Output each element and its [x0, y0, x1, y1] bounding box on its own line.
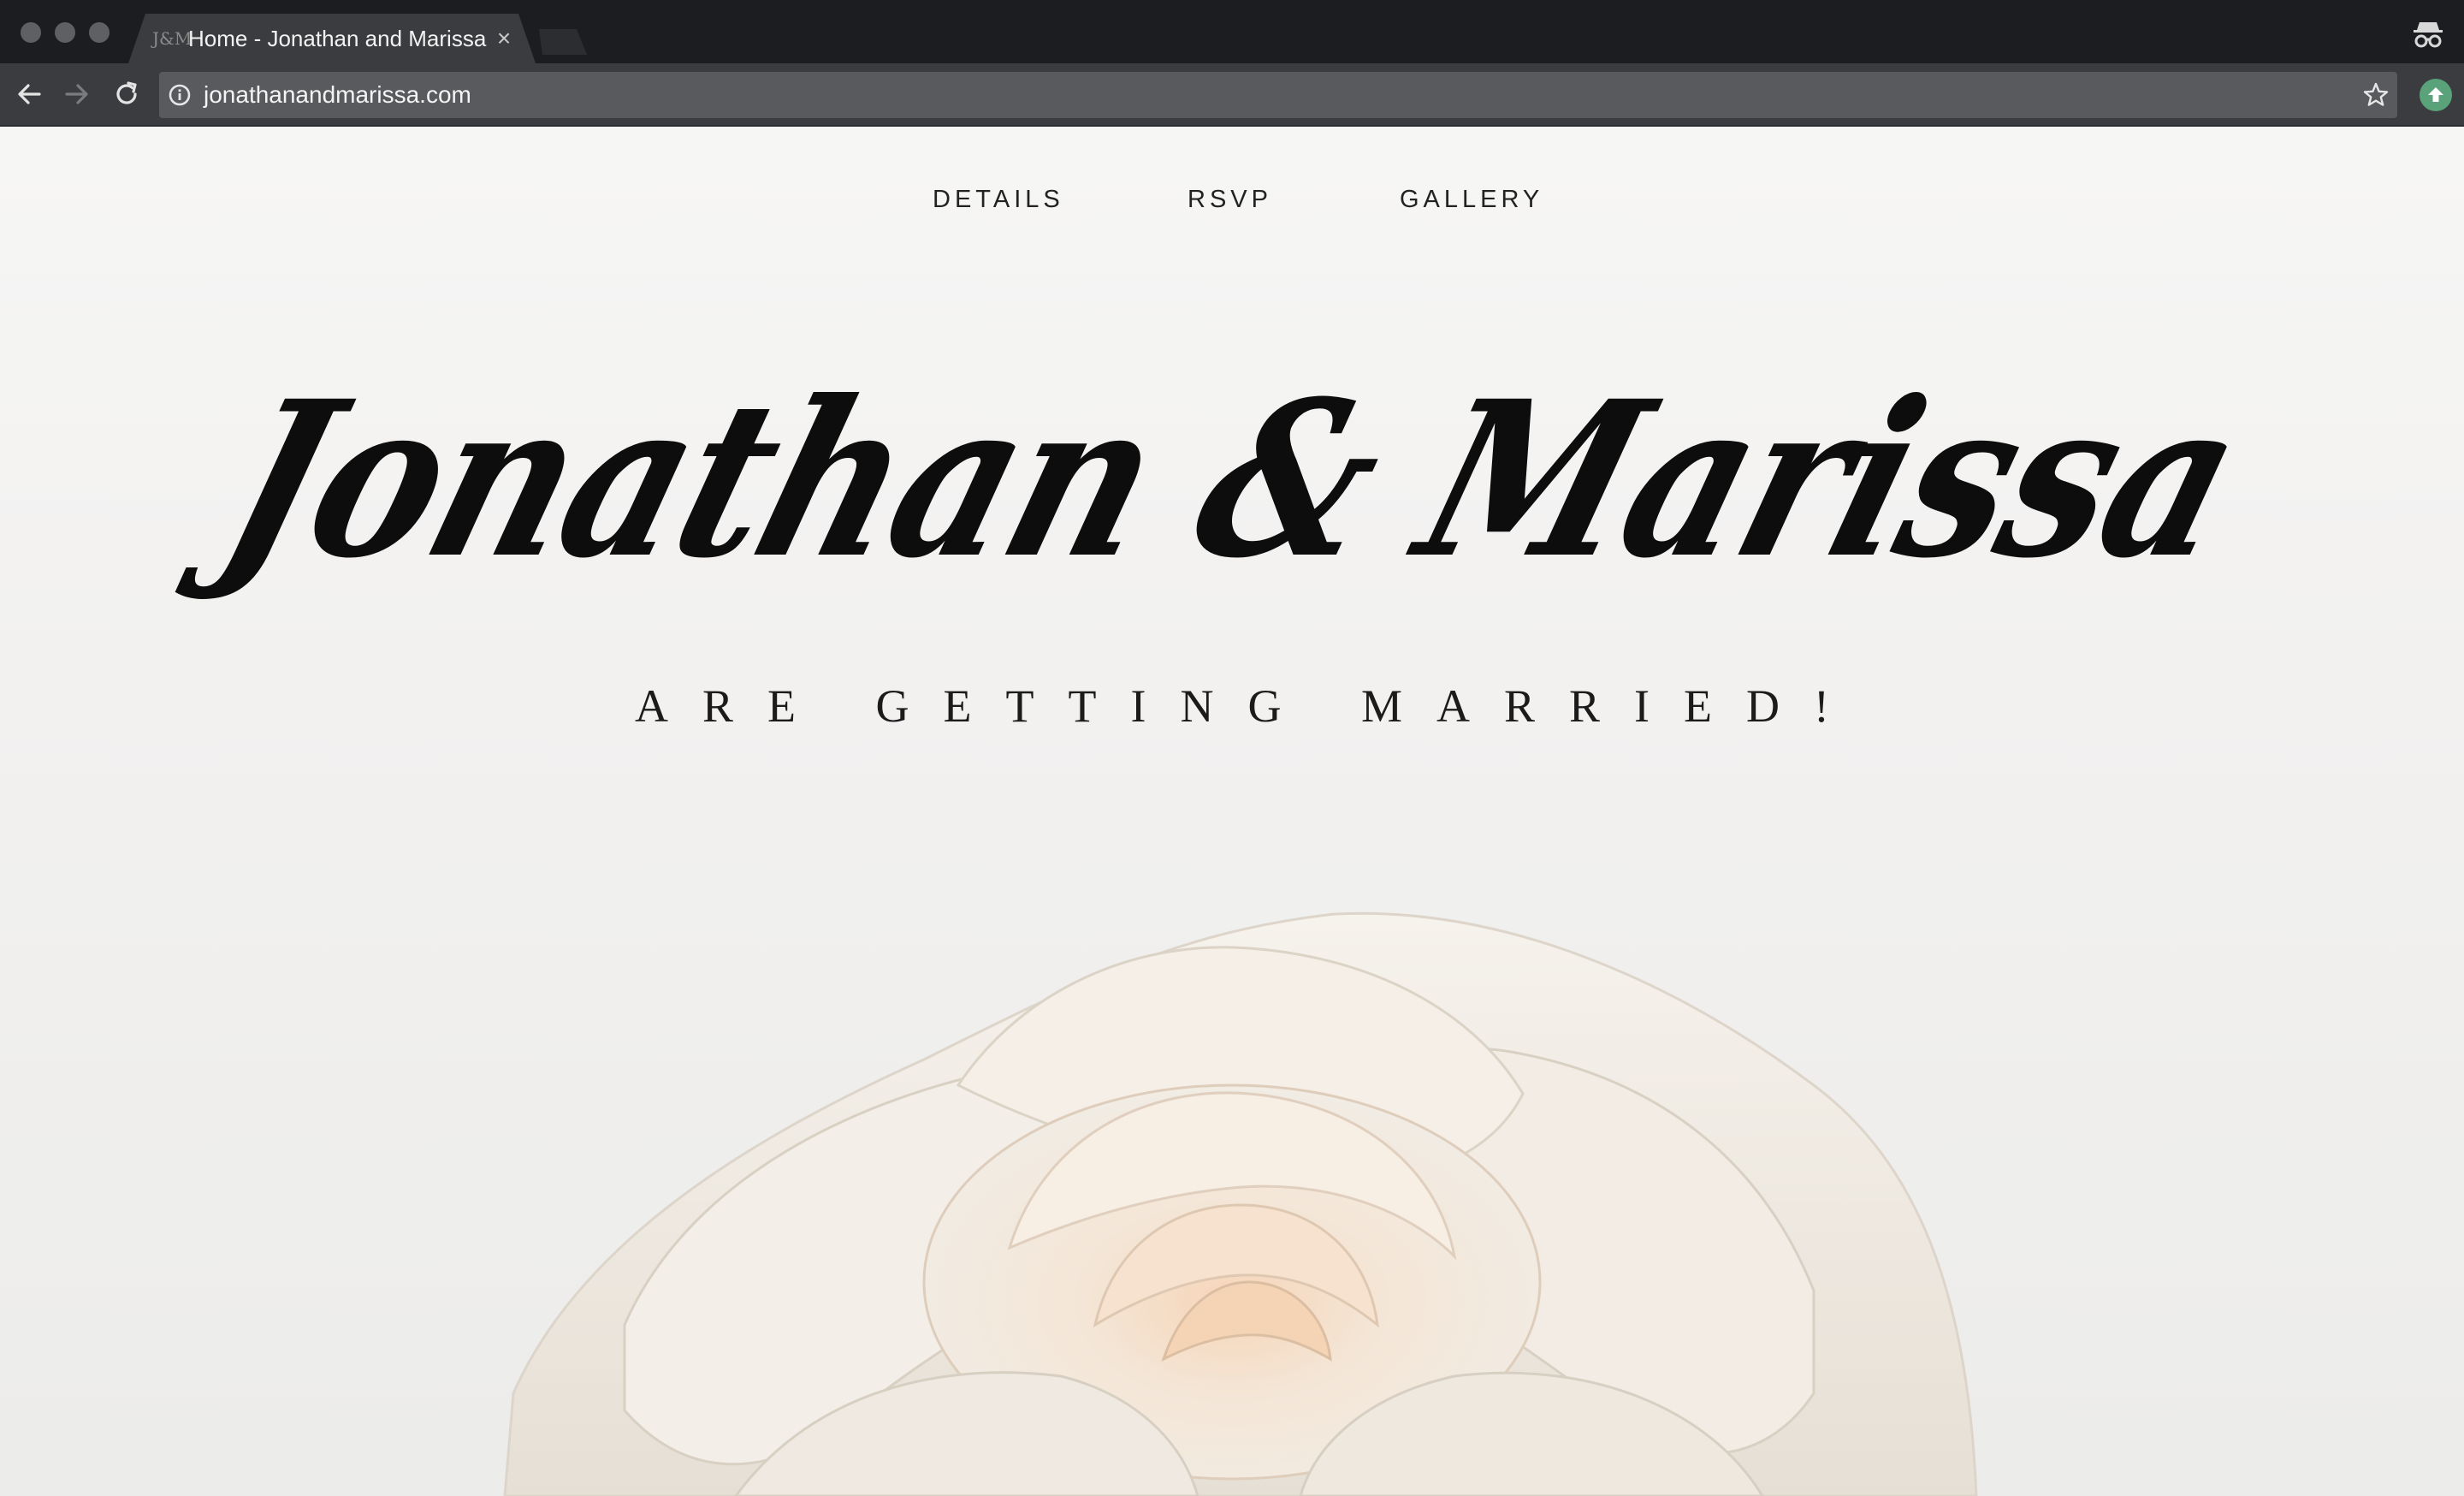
incognito-icon — [2411, 19, 2445, 50]
hero-subtitle: ARE GETTING MARRIED! — [635, 680, 1863, 732]
star-icon[interactable] — [2361, 80, 2390, 110]
browser-window: J&M Home - Jonathan and Marissa × jonath… — [0, 0, 2464, 1496]
reload-icon — [116, 81, 137, 104]
tab-strip: J&M Home - Jonathan and Marissa × — [0, 0, 2464, 63]
site-navigation: DETAILS RSVP GALLERY — [0, 178, 2464, 221]
tab-title[interactable]: Home - Jonathan and Marissa — [188, 24, 486, 53]
site-favicon-icon: J&M — [152, 28, 192, 49]
info-icon[interactable] — [168, 83, 192, 107]
nav-link-gallery[interactable]: GALLERY — [1400, 178, 1543, 221]
close-window-button[interactable] — [21, 22, 41, 43]
arrow-right-icon — [65, 84, 88, 104]
browser-toolbar: jonathanandmarissa.com — [0, 63, 2464, 127]
page-content: DETAILS RSVP GALLERY Jonathan & Marissa … — [0, 127, 2464, 1496]
minimize-window-button[interactable] — [55, 22, 75, 43]
forward-button[interactable] — [58, 75, 96, 113]
reload-button[interactable] — [108, 75, 145, 113]
nav-link-rsvp[interactable]: RSVP — [1188, 178, 1272, 221]
arrow-left-icon — [18, 84, 41, 104]
tab-close-button[interactable]: × — [491, 24, 517, 53]
url-text[interactable]: jonathanandmarissa.com — [204, 72, 471, 118]
nav-link-details[interactable]: DETAILS — [933, 178, 1064, 221]
back-button[interactable] — [10, 75, 48, 113]
upload-arrow-icon — [2428, 87, 2443, 102]
address-bar[interactable]: jonathanandmarissa.com — [159, 72, 2397, 118]
extension-button[interactable] — [2420, 79, 2452, 111]
hero-title: Jonathan & Marissa — [200, 353, 2264, 605]
maximize-window-button[interactable] — [89, 22, 110, 43]
rose-image — [503, 911, 1978, 1496]
new-tab-button[interactable] — [539, 29, 587, 55]
